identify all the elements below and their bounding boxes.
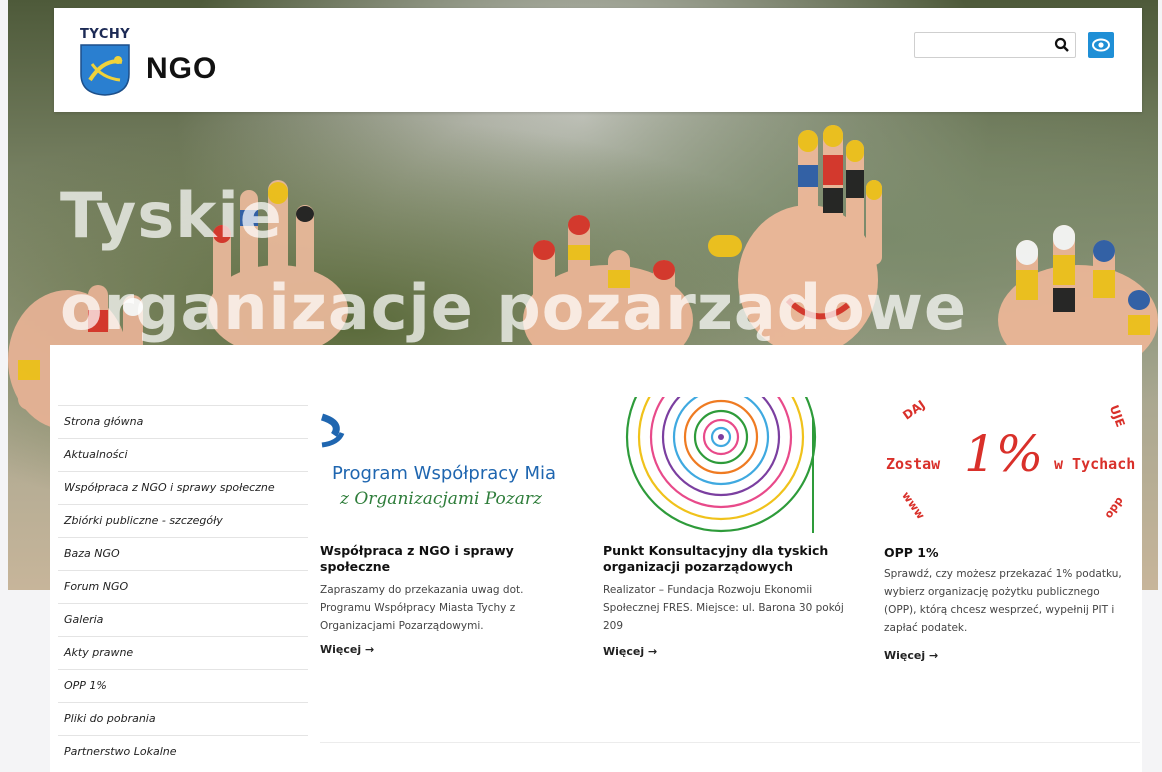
sidebar-item-legal-acts[interactable]: Akty prawne xyxy=(58,636,308,669)
site-header: TYCHY NGO xyxy=(54,8,1142,112)
program-banner-line1: Program Współpracy Mia xyxy=(332,463,557,484)
sidebar-item-gallery[interactable]: Galeria xyxy=(58,603,308,636)
sidebar-item-public-collections[interactable]: Zbiórki publiczne - szczegóły xyxy=(58,504,308,537)
opp-arc-right-text: UJE xyxy=(1106,403,1128,429)
spiral-image[interactable] xyxy=(603,397,843,533)
site-logo-title[interactable]: NGO xyxy=(146,52,217,86)
sidebar-item-news[interactable]: Aktualności xyxy=(58,438,308,471)
card-description: Sprawdź, czy możesz przekazać 1% podatku… xyxy=(884,568,1122,634)
sidebar-nav: Strona główna Aktualności Współpraca z N… xyxy=(58,405,308,768)
search-input[interactable] xyxy=(919,35,1051,55)
program-logo-icon xyxy=(320,413,345,448)
search-box xyxy=(914,32,1076,58)
sidebar-item-home[interactable]: Strona główna xyxy=(58,405,308,438)
card-title[interactable]: Współpraca z NGO i sprawy społeczne xyxy=(320,543,550,575)
opp-arc-top-text: DAJ xyxy=(900,397,928,423)
hero-title-line2: organizacje pozarządowe xyxy=(60,271,968,344)
sidebar-item-label: Forum NGO xyxy=(64,580,129,593)
hero-title-line1: Tyskie xyxy=(60,179,283,252)
sidebar-item-label: Współpraca z NGO i sprawy społeczne xyxy=(64,481,275,494)
sidebar-item-label: Galeria xyxy=(64,613,104,626)
accessibility-contrast-button[interactable] xyxy=(1088,32,1114,58)
logo-city-name: TYCHY xyxy=(80,27,131,42)
opp-right-text: w Tychach xyxy=(1054,455,1136,473)
sidebar-item-label: Aktualności xyxy=(64,448,128,461)
card-title[interactable]: OPP 1% xyxy=(884,545,1124,561)
sidebar-item-ngo-forum[interactable]: Forum NGO xyxy=(58,570,308,603)
program-banner-line2: z Organizacjami Pozarz xyxy=(340,489,542,509)
opp-banner-image[interactable]: DAJ UJE Zostaw 1% w Tychach www opp xyxy=(884,397,1140,537)
read-more-link[interactable]: Więcej → xyxy=(603,645,657,658)
opp-arc-bottom-left-text: www xyxy=(899,489,928,522)
sidebar-item-label: Akty prawne xyxy=(64,646,134,659)
content-panel: Strona główna Aktualności Współpraca z N… xyxy=(50,345,1142,772)
eye-icon xyxy=(1092,38,1110,52)
opp-big-percent: 1% xyxy=(964,425,1044,483)
sidebar-item-local-partnership[interactable]: Partnerstwo Lokalne xyxy=(58,735,308,768)
sidebar-item-label: Strona główna xyxy=(64,415,144,428)
hero-title: Tyskie organizacje pozarządowe xyxy=(60,170,1060,354)
sidebar-item-label: OPP 1% xyxy=(64,679,107,692)
section-divider xyxy=(320,742,1140,743)
sidebar-item-label: Pliki do pobrania xyxy=(64,712,156,725)
card-description: Realizator – Fundacja Rozwoju Ekonomii S… xyxy=(603,584,844,632)
sidebar-item-ngo-cooperation[interactable]: Współpraca z NGO i sprawy społeczne xyxy=(58,471,308,504)
opp-left-text: Zostaw xyxy=(886,455,941,473)
sidebar-item-label: Baza NGO xyxy=(64,547,120,560)
sidebar-item-downloads[interactable]: Pliki do pobrania xyxy=(58,702,308,735)
card-title[interactable]: Punkt Konsultacyjny dla tyskich organiza… xyxy=(603,543,848,575)
sidebar-item-label: Zbiórki publiczne - szczegóły xyxy=(64,514,223,527)
sidebar-item-opp[interactable]: OPP 1% xyxy=(58,669,308,702)
card-description: Zapraszamy do przekazania uwag dot. Prog… xyxy=(320,584,524,632)
rainbow-spiral-graphic xyxy=(625,397,817,533)
read-more-link[interactable]: Więcej → xyxy=(320,643,374,656)
sidebar-item-label: Partnerstwo Lokalne xyxy=(64,745,177,758)
opp-arc-bottom-right-text: opp xyxy=(1101,494,1126,521)
city-coat-of-arms-icon[interactable] xyxy=(80,44,130,96)
program-banner-image[interactable]: Program Współpracy Mia z Organizacjami P… xyxy=(320,397,582,525)
sidebar-item-ngo-database[interactable]: Baza NGO xyxy=(58,537,308,570)
search-icon[interactable] xyxy=(1053,36,1071,54)
read-more-link[interactable]: Więcej → xyxy=(884,649,938,662)
